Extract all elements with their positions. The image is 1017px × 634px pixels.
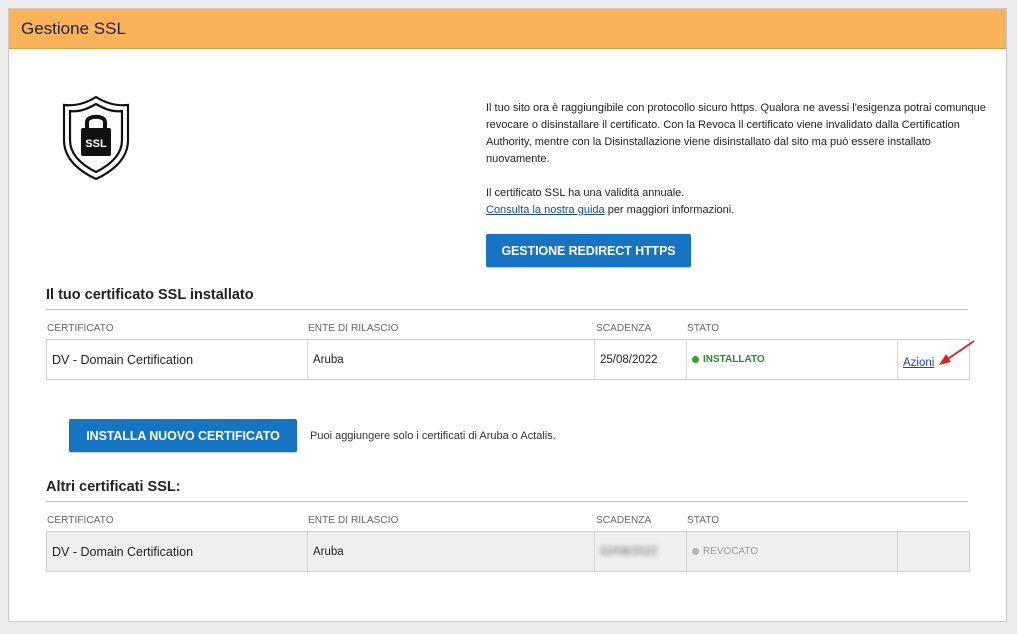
install-note: Puoi aggiungere solo i certificati di Ar… (310, 430, 556, 442)
cell-certificate: DV - Domain Certification (47, 340, 308, 379)
status-label: REVOCATO (703, 546, 759, 557)
col-header-status: STATO (687, 323, 720, 334)
cell-actions (898, 532, 969, 571)
ssl-shield-lock-icon: SSL (61, 95, 131, 181)
page-title: Gestione SSL (21, 18, 126, 38)
cell-issuer: Aruba (308, 532, 595, 571)
col-header-expiry: SCADENZA (596, 323, 652, 334)
col-header-issuer: ENTE DI RILASCIO (308, 323, 399, 334)
redirect-https-button[interactable]: GESTIONE REDIRECT HTTPS (486, 234, 691, 267)
ssl-management-window: Gestione SSL SSL Il tuo sito ora è raggi… (8, 8, 1007, 622)
status-dot-icon (692, 548, 699, 555)
cell-status: REVOCATO (687, 532, 898, 571)
status-badge: INSTALLATO (692, 354, 765, 365)
other-section-title: Altri certificati SSL: (46, 479, 968, 502)
col-header-expiry: SCADENZA (596, 515, 652, 526)
status-dot-icon (692, 356, 699, 363)
cell-expiry: 02/08/2022 (595, 532, 687, 571)
validity-text: Il certificato SSL ha una validità annua… (486, 187, 685, 199)
table-row: DV - Domain Certification Aruba 25/08/20… (46, 339, 970, 380)
blurred-expiry: 02/08/2022 (600, 545, 658, 558)
status-badge: REVOCATO (692, 546, 758, 557)
guide-suffix: per maggiori informazioni. (604, 204, 735, 216)
intro-paragraph: Il tuo sito ora è raggiungibile con prot… (486, 102, 986, 165)
col-header-issuer: ENTE DI RILASCIO (308, 515, 399, 526)
ssl-logo-text: SSL (85, 138, 107, 150)
install-certificate-button[interactable]: INSTALLA NUOVO CERTIFICATO (69, 419, 297, 452)
cell-status: INSTALLATO (687, 340, 898, 379)
col-header-certificate: CERTIFICATO (47, 323, 114, 334)
cell-certificate: DV - Domain Certification (47, 532, 308, 571)
cell-expiry: 25/08/2022 (595, 340, 687, 379)
table-row: DV - Domain Certification Aruba 02/08/20… (46, 531, 970, 572)
guide-link[interactable]: Consulta la nostra guida (486, 204, 605, 216)
red-arrow-icon (939, 340, 975, 365)
actions-link[interactable]: Azioni (903, 357, 934, 369)
col-header-status: STATO (687, 515, 720, 526)
intro-text: Il tuo sito ora è raggiungibile con prot… (486, 100, 986, 219)
status-label: INSTALLATO (703, 354, 765, 365)
col-header-certificate: CERTIFICATO (47, 515, 114, 526)
cell-issuer: Aruba (308, 340, 595, 379)
guide-line: Consulta la nostra guida per maggiori in… (486, 202, 986, 219)
installed-section-title: Il tuo certificato SSL installato (46, 287, 968, 310)
page-header: Gestione SSL (9, 9, 1006, 49)
